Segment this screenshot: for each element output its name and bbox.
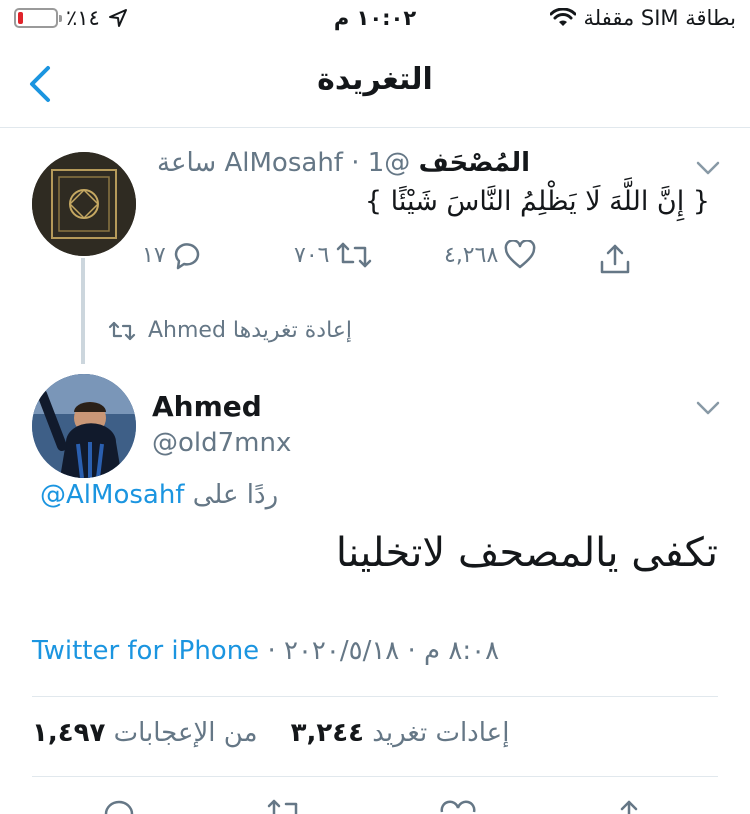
tweet-stats: إعادات تغريد ٣,٢٤٤ من الإعجابات ١,٤٩٧	[32, 718, 509, 748]
retweets-label: إعادات تغريد	[372, 718, 510, 748]
retweet-small-icon	[108, 321, 136, 340]
tweet1-text: { إِنَّ اللَّهَ لَا يَظْلِمُ النَّاسَ شَ…	[364, 186, 710, 217]
divider	[32, 696, 718, 697]
wifi-icon	[549, 8, 576, 26]
tweet1-actions: ١٧ ٧٠٦ ٤,٢٦٨	[0, 240, 750, 280]
likes-label: من الإعجابات	[113, 718, 258, 748]
heart-icon[interactable]	[440, 798, 476, 814]
author-handle[interactable]: @old7mnx	[152, 428, 291, 458]
retweet-count: ٧٠٦	[294, 242, 330, 268]
tweet-meta: Twitter for iPhone ٨:٠٨ م · ٢٠٢٠/٥/١٨ ·	[32, 636, 499, 666]
main-tweet-actions	[0, 796, 750, 814]
reply-icon	[174, 243, 199, 270]
tweet-timestamp: ٨:٠٨ م · ٢٠٢٠/٥/١٨ ·	[267, 636, 500, 666]
divider	[32, 776, 718, 777]
avatar-ahmed[interactable]	[32, 374, 136, 478]
retweet-icon	[337, 242, 372, 268]
tweet-text: تكفى يالمصحف لاتخلينا	[335, 530, 718, 576]
reply-count: ١٧	[142, 242, 166, 268]
nav-bar: التغريدة	[0, 40, 750, 128]
retweets-stat-count: ٣,٢٤٤	[290, 718, 364, 748]
retweeted-by-label: Ahmed إعادة تغريدها	[148, 318, 353, 343]
status-bar: ٪١٤ ١٠:٠٢ م بطاقة SIM مقفلة	[0, 0, 750, 40]
profile-photo-icon	[32, 374, 136, 478]
retweet-icon[interactable]	[266, 796, 306, 814]
thread-line	[81, 258, 85, 364]
reply-icon[interactable]	[102, 796, 136, 814]
carrier-label: بطاقة SIM مقفلة	[583, 6, 737, 30]
reply-to: @AlMosahf ردًا على	[40, 480, 278, 510]
tweet1-name[interactable]: المُصْحَف	[419, 148, 530, 178]
chevron-down-icon[interactable]	[696, 400, 720, 416]
retweet-action[interactable]: ٧٠٦	[294, 240, 373, 270]
likes-stat[interactable]: من الإعجابات ١,٤٩٧	[32, 718, 258, 748]
reply-handle-link[interactable]: @AlMosahf	[40, 480, 184, 510]
reply-label: ردًا على	[192, 480, 279, 510]
like-count: ٤,٢٦٨	[444, 242, 499, 268]
chevron-down-icon[interactable]	[696, 160, 720, 176]
author-name[interactable]: Ahmed	[152, 390, 262, 423]
retweeted-by[interactable]: Ahmed إعادة تغريدها	[108, 318, 352, 343]
status-carrier: بطاقة SIM مقفلة	[549, 6, 737, 30]
page-title: التغريدة	[317, 62, 433, 97]
retweets-stat[interactable]: إعادات تغريد ٣,٢٤٤	[282, 718, 510, 748]
reply-action[interactable]: ١٧	[142, 240, 204, 270]
share-icon[interactable]	[612, 796, 646, 814]
share-icon[interactable]	[598, 242, 632, 276]
like-action[interactable]: ٤,٢٦٨	[444, 240, 536, 270]
heart-icon	[504, 240, 536, 269]
source-link[interactable]: Twitter for iPhone	[32, 636, 259, 666]
tweet1-header: المُصْحَف @AlMosahf · 1 ساعة	[157, 148, 530, 178]
retweeted-tweet[interactable]: المُصْحَف @AlMosahf · 1 ساعة { إِنَّ الل…	[0, 128, 750, 328]
likes-stat-count: ١,٤٩٧	[32, 718, 106, 748]
